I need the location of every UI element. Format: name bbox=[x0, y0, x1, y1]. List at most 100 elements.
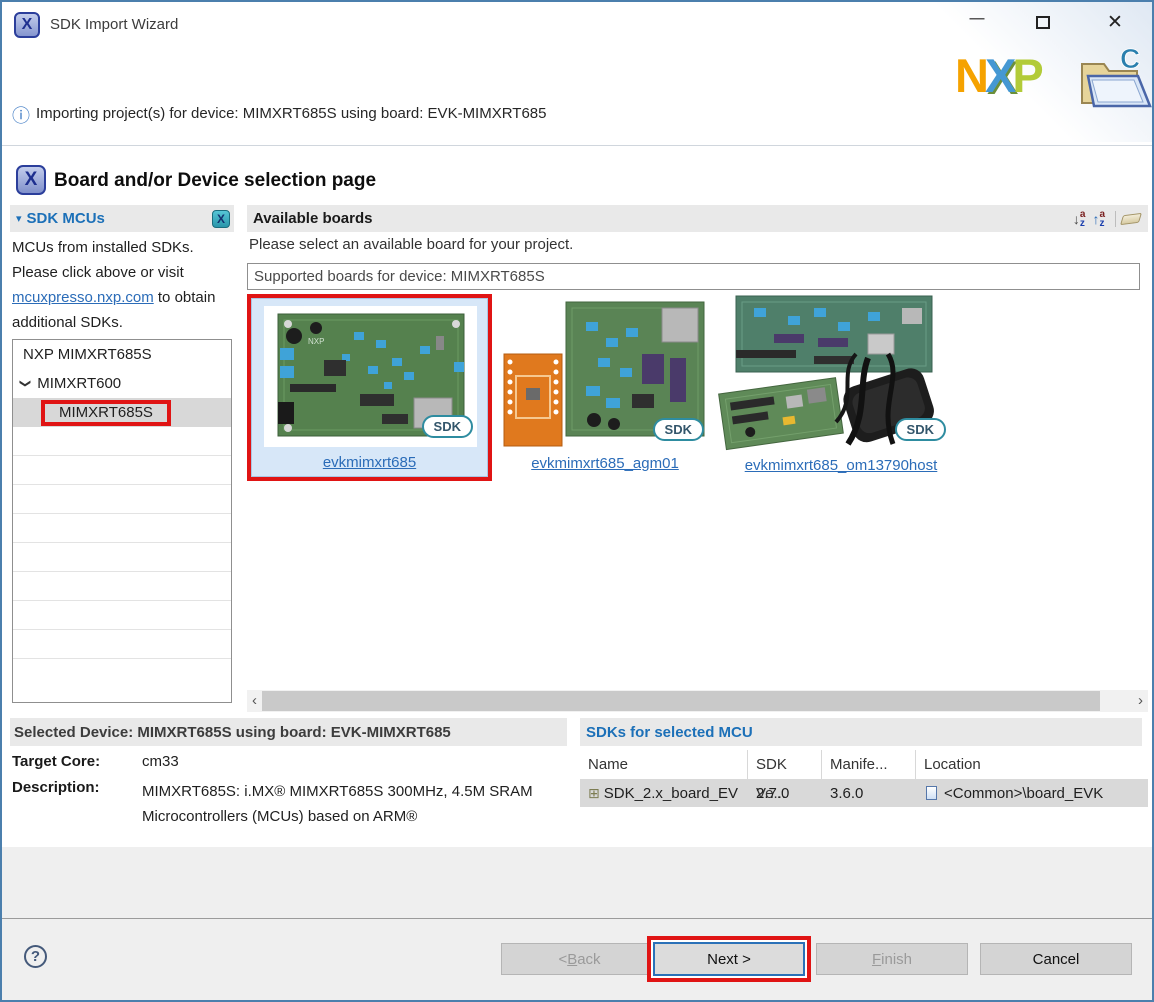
expand-plus-icon[interactable]: ⊞ bbox=[588, 785, 600, 801]
column-header-manifest[interactable]: Manife... bbox=[822, 750, 916, 779]
nxp-logo: NXP bbox=[955, 52, 1040, 99]
sort-letter-z: z bbox=[1080, 219, 1086, 228]
sort-descending-icon[interactable]: ↓ az bbox=[1073, 210, 1086, 228]
sdk-badge: SDK bbox=[422, 415, 473, 438]
tree-item-label: MIMXRT685S bbox=[59, 404, 153, 421]
mcu-tree: NXP MIMXRT685S ❯ MIMXRT600 MIMXRT685S bbox=[12, 339, 232, 703]
tree-empty-row bbox=[13, 427, 231, 456]
sdk-table: Name SDK Ve... Manife... Location ⊞SDK_2… bbox=[580, 750, 1148, 807]
footer-bar: ? < Back Next > Finish Cancel bbox=[2, 919, 1152, 1000]
sort-ascending-icon[interactable]: ↑ az bbox=[1092, 210, 1105, 228]
sdks-section-header: SDKs for selected MCU bbox=[580, 718, 1142, 746]
sdk-mcus-section-header: ▾ SDK MCUs X bbox=[10, 205, 234, 232]
board-card-evkmimxrt685[interactable]: NXP SDK evkmimxrt685 bbox=[251, 298, 488, 477]
boards-horizontal-scrollbar[interactable]: ‹ › bbox=[247, 690, 1148, 712]
tree-empty-row bbox=[13, 514, 231, 543]
column-header-sdk-version[interactable]: SDK Ve... bbox=[748, 750, 822, 779]
sdks-title: SDKs for selected MCU bbox=[586, 724, 753, 741]
tree-empty-row bbox=[13, 659, 231, 688]
wizard-info-message: Importing project(s) for device: MIMXRT6… bbox=[36, 105, 546, 122]
selected-device-header: Selected Device: MIMXRT685S using board:… bbox=[10, 718, 567, 746]
svg-text:C: C bbox=[1120, 46, 1140, 74]
mcuxpresso-link[interactable]: mcuxpresso.nxp.com bbox=[12, 289, 154, 306]
tree-item-mimxrt685s-selected[interactable]: MIMXRT685S bbox=[13, 398, 231, 427]
board-selection-instruction: Please select an available board for you… bbox=[249, 236, 573, 253]
board-image-evkmimxrt685-agm01: SDK bbox=[502, 298, 708, 455]
sdk-name: SDK_2.x_board_EV bbox=[604, 785, 738, 802]
sdk-mcus-title: SDK MCUs bbox=[27, 210, 212, 227]
next-label-rest: ext > bbox=[718, 951, 751, 968]
sdk-manifest: 3.6.0 bbox=[822, 785, 916, 802]
board-card-evkmimxrt685-om13790host[interactable]: SDK evkmimxrt685_om13790host bbox=[718, 294, 964, 476]
tree-empty-row bbox=[13, 543, 231, 572]
lower-spacer-band bbox=[2, 847, 1152, 918]
tree-item-nxp-mimxrt685s[interactable]: NXP MIMXRT685S bbox=[13, 340, 231, 369]
red-annotation-board: NXP SDK evkmimxrt685 bbox=[247, 294, 492, 481]
header-separator bbox=[2, 145, 1152, 146]
board-image-evkmimxrt685-om13790host: SDK bbox=[718, 294, 964, 457]
nxp-logo-x: X bbox=[985, 49, 1012, 102]
mcuxpresso-page-icon: X bbox=[16, 165, 46, 195]
sdk-badge: SDK bbox=[895, 418, 946, 441]
back-button[interactable]: < Back bbox=[501, 943, 658, 975]
tree-empty-row bbox=[13, 630, 231, 659]
cancel-button[interactable]: Cancel bbox=[980, 943, 1132, 975]
tree-empty-row bbox=[13, 601, 231, 630]
location-file-icon bbox=[926, 786, 937, 800]
sdk-table-header: Name SDK Ve... Manife... Location bbox=[580, 750, 1148, 779]
sdk-location: <Common>\board_EVK bbox=[944, 785, 1103, 802]
target-core-value: cm33 bbox=[142, 753, 179, 770]
tree-item-label: MIMXRT600 bbox=[37, 375, 121, 392]
collapse-triangle-icon[interactable]: ▾ bbox=[16, 212, 22, 225]
board-filter-input[interactable] bbox=[247, 263, 1140, 290]
tree-empty-row bbox=[13, 485, 231, 514]
back-label-pre: < bbox=[558, 951, 567, 968]
scroll-right-arrow[interactable]: › bbox=[1133, 690, 1148, 712]
sort-letter-z: z bbox=[1099, 219, 1105, 228]
info-icon: ⓘ bbox=[12, 102, 30, 128]
sdk-mcus-description: MCUs from installed SDKs. Please click a… bbox=[12, 235, 234, 335]
window-title: SDK Import Wizard bbox=[50, 16, 178, 33]
finish-label-rest: inish bbox=[881, 951, 912, 968]
arrow-up-glyph: ↑ bbox=[1092, 211, 1099, 227]
board-link-evkmimxrt685-agm01[interactable]: evkmimxrt685_agm01 bbox=[502, 455, 708, 472]
tree-empty-row bbox=[13, 456, 231, 485]
board-link-evkmimxrt685-om13790host[interactable]: evkmimxrt685_om13790host bbox=[718, 457, 964, 474]
close-button[interactable]: ✕ bbox=[1098, 8, 1132, 38]
maximize-button[interactable] bbox=[1026, 8, 1060, 38]
svg-text:NXP: NXP bbox=[308, 337, 324, 346]
next-button[interactable]: Next > bbox=[653, 942, 805, 976]
description-label: Description: bbox=[12, 779, 100, 796]
column-header-location[interactable]: Location bbox=[916, 750, 1146, 779]
scrollbar-thumb[interactable] bbox=[262, 691, 1100, 711]
red-annotation-tree: MIMXRT685S bbox=[41, 400, 171, 426]
tree-empty-row bbox=[13, 572, 231, 601]
sdk-mcus-close-icon[interactable]: X bbox=[212, 210, 230, 228]
import-folder-icon: C bbox=[1074, 46, 1154, 115]
description-value: MIMXRT685S: i.MX® MIMXRT685S 300MHz, 4.5… bbox=[142, 779, 574, 829]
nxp-logo-p: P bbox=[1012, 49, 1039, 102]
scroll-left-arrow[interactable]: ‹ bbox=[247, 690, 262, 712]
toolbar-divider bbox=[1115, 211, 1116, 227]
mcuxpresso-app-icon: X bbox=[14, 12, 40, 38]
clear-filter-eraser-icon[interactable] bbox=[1120, 212, 1142, 224]
sdk-table-row[interactable]: ⊞SDK_2.x_board_EV 2.7.0 3.6.0 <Common>\b… bbox=[580, 779, 1148, 807]
tree-item-label: NXP MIMXRT685S bbox=[23, 346, 152, 363]
board-link-evkmimxrt685[interactable]: evkmimxrt685 bbox=[252, 454, 487, 471]
finish-button[interactable]: Finish bbox=[816, 943, 968, 975]
finish-label-key: F bbox=[872, 951, 881, 968]
board-card-evkmimxrt685-agm01[interactable]: SDK evkmimxrt685_agm01 bbox=[502, 298, 708, 476]
mcus-text-before: MCUs from installed SDKs. Please click a… bbox=[12, 239, 194, 281]
chevron-expanded-icon[interactable]: ❯ bbox=[19, 379, 32, 388]
minimize-button[interactable]: — bbox=[960, 4, 994, 34]
available-boards-section-header: Available boards ↓ az ↑ az bbox=[247, 205, 1148, 232]
help-button[interactable]: ? bbox=[24, 945, 47, 968]
page-title: Board and/or Device selection page bbox=[54, 170, 376, 192]
arrow-down-glyph: ↓ bbox=[1073, 211, 1080, 227]
red-annotation-next: Next > bbox=[647, 936, 811, 982]
tree-item-mimxrt600[interactable]: ❯ MIMXRT600 bbox=[13, 369, 231, 398]
available-boards-title: Available boards bbox=[253, 210, 1066, 227]
column-header-name[interactable]: Name bbox=[580, 750, 748, 779]
maximize-icon bbox=[1036, 16, 1050, 29]
sdk-version: 2.7.0 bbox=[748, 785, 822, 802]
